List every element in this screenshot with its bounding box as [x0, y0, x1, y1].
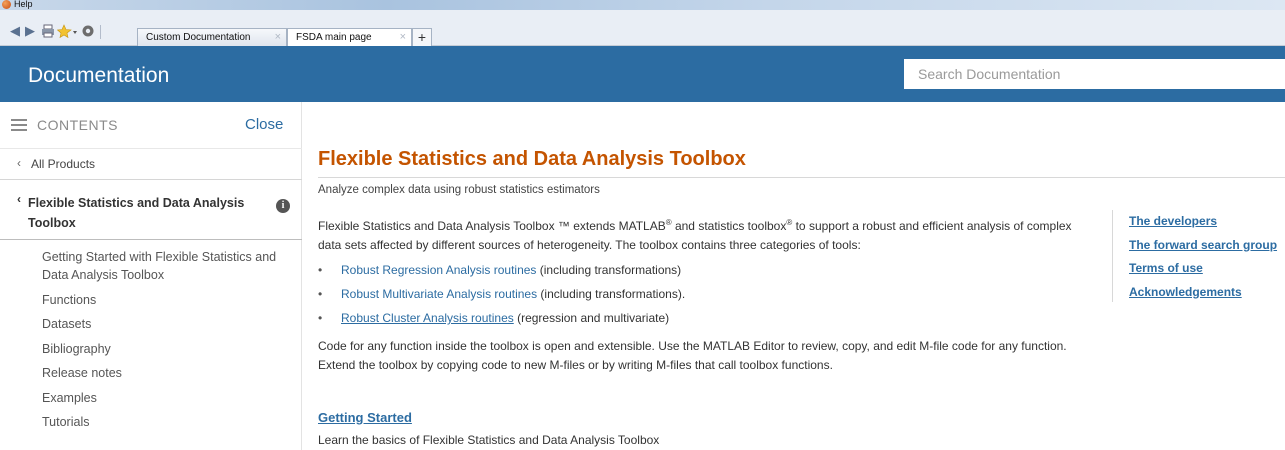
- current-section-label: Flexible Statistics and Data Analysis To…: [28, 196, 245, 230]
- list-item-note: (including transformations): [536, 263, 682, 277]
- sidebar-item-getting-started[interactable]: Getting Started with Flexible Statistics…: [0, 248, 290, 284]
- getting-started-link[interactable]: Getting Started: [318, 410, 412, 425]
- list-item: • Robust Multivariate Analysis routines …: [318, 286, 1098, 310]
- browser-toolbar: ◀ ▶ Custom Documentation × FSDA main pag…: [0, 10, 1285, 47]
- info-icon[interactable]: i: [276, 199, 290, 213]
- list-item-note: (regression and multivariate): [513, 311, 670, 325]
- window-title-bar: Help: [0, 0, 1285, 10]
- title-divider: [318, 177, 1285, 178]
- page-subtitle: Analyze complex data using robust statis…: [318, 184, 600, 196]
- tab-custom-documentation[interactable]: Custom Documentation ×: [137, 28, 287, 46]
- robust-cluster-link[interactable]: Robust Cluster Analysis routines: [341, 311, 514, 325]
- page-title: Flexible Statistics and Data Analysis To…: [318, 148, 746, 170]
- favorites-star-icon[interactable]: [56, 24, 79, 39]
- toolbar-separator: [100, 25, 101, 39]
- search-input[interactable]: [904, 59, 1285, 89]
- list-item-note: (including transformations).: [537, 287, 686, 301]
- tab-fsda-main-page[interactable]: FSDA main page ×: [287, 28, 412, 47]
- robust-regression-link[interactable]: Robust Regression Analysis routines: [341, 263, 536, 277]
- documentation-title[interactable]: Documentation: [28, 64, 169, 88]
- sidebar-item-datasets[interactable]: Datasets: [0, 315, 302, 333]
- list-item-text: Robust Multivariate Analysis routines (i…: [341, 286, 685, 302]
- window-title: Help: [14, 0, 33, 9]
- current-section[interactable]: ‹ Flexible Statistics and Data Analysis …: [0, 180, 302, 240]
- intro-text-2: and statistics toolbox: [671, 219, 787, 233]
- contents-label[interactable]: CONTENTS: [37, 117, 118, 133]
- terms-of-use-link[interactable]: Terms of use: [1129, 260, 1285, 284]
- all-products-label: All Products: [31, 157, 96, 171]
- main-content: Flexible Statistics and Data Analysis To…: [318, 102, 1285, 450]
- forward-arrow-icon[interactable]: ▶: [22, 24, 38, 38]
- tab-label: FSDA main page: [296, 32, 372, 43]
- tab-label: Custom Documentation: [146, 32, 251, 43]
- print-icon[interactable]: [40, 24, 56, 38]
- documentation-header: Documentation: [0, 46, 1285, 102]
- chevron-left-icon: ‹: [17, 156, 21, 170]
- robust-multivariate-link[interactable]: Robust Multivariate Analysis routines: [341, 287, 537, 301]
- forward-search-group-link[interactable]: The forward search group: [1129, 237, 1285, 261]
- list-item-text: Robust Cluster Analysis routines (regres…: [341, 310, 669, 326]
- getting-started-description: Learn the basics of Flexible Statistics …: [318, 433, 660, 447]
- matlab-logo-icon: [2, 0, 11, 9]
- contents-bar: CONTENTS Close: [0, 102, 302, 148]
- sidebar-item-tutorials[interactable]: Tutorials: [0, 413, 302, 431]
- sidebar-item-functions[interactable]: Functions: [0, 291, 302, 309]
- tool-categories-list: • Robust Regression Analysis routines (i…: [318, 262, 1098, 334]
- intro-paragraph: Flexible Statistics and Data Analysis To…: [318, 214, 1098, 254]
- close-contents-link[interactable]: Close: [245, 116, 283, 133]
- sidebar-item-release-notes[interactable]: Release notes: [0, 364, 302, 382]
- code-paragraph: Code for any function inside the toolbox…: [318, 339, 1067, 372]
- bullet-icon: •: [318, 263, 323, 277]
- settings-gear-icon[interactable]: [80, 24, 96, 38]
- hamburger-menu-icon[interactable]: [11, 119, 27, 131]
- list-item: • Robust Cluster Analysis routines (regr…: [318, 310, 1098, 334]
- chevron-left-icon: ‹: [17, 192, 21, 206]
- developers-link[interactable]: The developers: [1129, 213, 1285, 237]
- right-links-divider: [1112, 210, 1113, 302]
- intro-text-1: Flexible Statistics and Data Analysis To…: [318, 219, 666, 233]
- bullet-icon: •: [318, 311, 323, 325]
- bullet-icon: •: [318, 287, 323, 301]
- acknowledgements-link[interactable]: Acknowledgements: [1129, 284, 1285, 308]
- all-products-link[interactable]: ‹ All Products: [0, 148, 302, 180]
- back-arrow-icon[interactable]: ◀: [7, 24, 23, 38]
- sidebar-item-examples[interactable]: Examples: [0, 389, 302, 407]
- sidebar-item-bibliography[interactable]: Bibliography: [0, 340, 302, 358]
- right-links: The developers The forward search group …: [1129, 213, 1285, 307]
- list-item-text: Robust Regression Analysis routines (inc…: [341, 262, 681, 278]
- close-tab-icon[interactable]: ×: [400, 29, 406, 46]
- sidebar-items: Getting Started with Flexible Statistics…: [0, 248, 302, 438]
- new-tab-button[interactable]: +: [412, 28, 432, 46]
- contents-sidebar: CONTENTS Close ‹ All Products ‹ Flexible…: [0, 102, 302, 450]
- close-tab-icon[interactable]: ×: [275, 29, 281, 46]
- list-item: • Robust Regression Analysis routines (i…: [318, 262, 1098, 286]
